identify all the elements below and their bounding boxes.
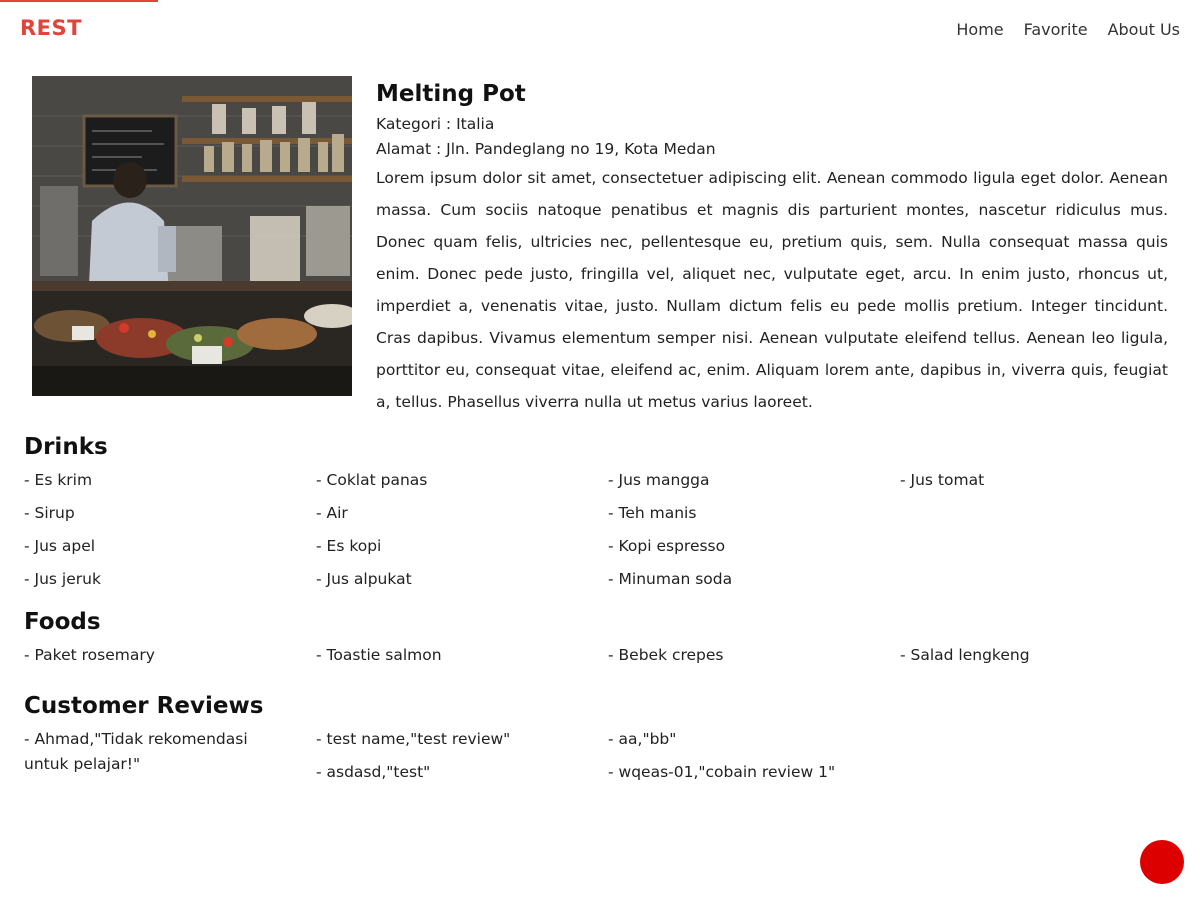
review-item: - aa,"bb" bbox=[608, 730, 677, 748]
foods-column: - Toastie salmon bbox=[316, 639, 608, 672]
reviews-heading: Customer Reviews bbox=[24, 693, 264, 719]
nav-home[interactable]: Home bbox=[956, 20, 1003, 39]
main-nav: Home Favorite About Us bbox=[956, 20, 1180, 39]
foods-column: - Bebek crepes bbox=[608, 639, 900, 672]
reviews-list: - Ahmad,"Tidak rekomendasi untuk pelajar… bbox=[24, 723, 1192, 781]
reviews-column: - aa,"bb" - wqeas-01,"cobain review 1" bbox=[608, 723, 900, 781]
list-item: - Jus mangga bbox=[608, 471, 710, 489]
review-item: - wqeas-01,"cobain review 1" bbox=[608, 763, 836, 781]
restaurant-info: Melting Pot Kategori : Italia Alamat : J… bbox=[376, 80, 1168, 418]
reviews-column bbox=[900, 723, 1192, 756]
foods-list: - Paket rosemary - Toastie salmon - Bebe… bbox=[24, 639, 1192, 672]
floating-action-button[interactable] bbox=[1140, 840, 1184, 884]
foods-heading: Foods bbox=[24, 609, 101, 635]
list-item: - Air bbox=[316, 504, 348, 522]
list-item: - Teh manis bbox=[608, 504, 697, 522]
list-item: - Jus tomat bbox=[900, 471, 985, 489]
restaurant-address: Alamat : Jln. Pandeglang no 19, Kota Med… bbox=[376, 140, 716, 158]
foods-column: - Paket rosemary bbox=[24, 639, 316, 672]
drinks-column: - Es krim - Sirup - Jus apel - Jus jeruk bbox=[24, 464, 316, 588]
drinks-column: - Coklat panas - Air - Es kopi - Jus alp… bbox=[316, 464, 608, 588]
foods-column: - Salad lengkeng bbox=[900, 639, 1192, 672]
list-item: - Salad lengkeng bbox=[900, 646, 1030, 664]
list-item: - Jus jeruk bbox=[24, 570, 101, 588]
nav-about-us[interactable]: About Us bbox=[1108, 20, 1180, 39]
nav-favorite[interactable]: Favorite bbox=[1024, 20, 1088, 39]
restaurant-category: Kategori : Italia bbox=[376, 115, 495, 133]
list-item: - Jus alpukat bbox=[316, 570, 412, 588]
list-item: - Jus apel bbox=[24, 537, 96, 555]
brand-logo[interactable]: REST bbox=[20, 16, 82, 40]
list-item: - Es krim bbox=[24, 471, 93, 489]
review-item: - asdasd,"test" bbox=[316, 763, 431, 781]
list-item: - Coklat panas bbox=[316, 471, 428, 489]
list-item: - Minuman soda bbox=[608, 570, 733, 588]
restaurant-name: Melting Pot bbox=[376, 81, 526, 107]
drinks-column: - Jus tomat bbox=[900, 464, 1192, 497]
list-item: - Sirup bbox=[24, 504, 75, 522]
drinks-list: - Es krim - Sirup - Jus apel - Jus jeruk… bbox=[24, 464, 1192, 588]
drinks-heading: Drinks bbox=[24, 434, 108, 460]
reviews-column: - test name,"test review" - asdasd,"test… bbox=[316, 723, 608, 781]
restaurant-description: Lorem ipsum dolor sit amet, consectetuer… bbox=[376, 169, 1168, 411]
restaurant-photo-illustration bbox=[32, 76, 352, 396]
review-item: - Ahmad,"Tidak rekomendasi untuk pelajar… bbox=[24, 730, 248, 773]
list-item: - Paket rosemary bbox=[24, 646, 155, 664]
list-item: - Es kopi bbox=[316, 537, 382, 555]
reviews-column: - Ahmad,"Tidak rekomendasi untuk pelajar… bbox=[24, 723, 316, 773]
drinks-column: - Jus mangga - Teh manis - Kopi espresso… bbox=[608, 464, 900, 588]
list-item: - Kopi espresso bbox=[608, 537, 726, 555]
list-item: - Bebek crepes bbox=[608, 646, 724, 664]
restaurant-photo bbox=[32, 76, 352, 396]
review-item: - test name,"test review" bbox=[316, 730, 511, 748]
list-item: - Toastie salmon bbox=[316, 646, 442, 664]
app-bar: REST Home Favorite About Us bbox=[0, 0, 1200, 60]
